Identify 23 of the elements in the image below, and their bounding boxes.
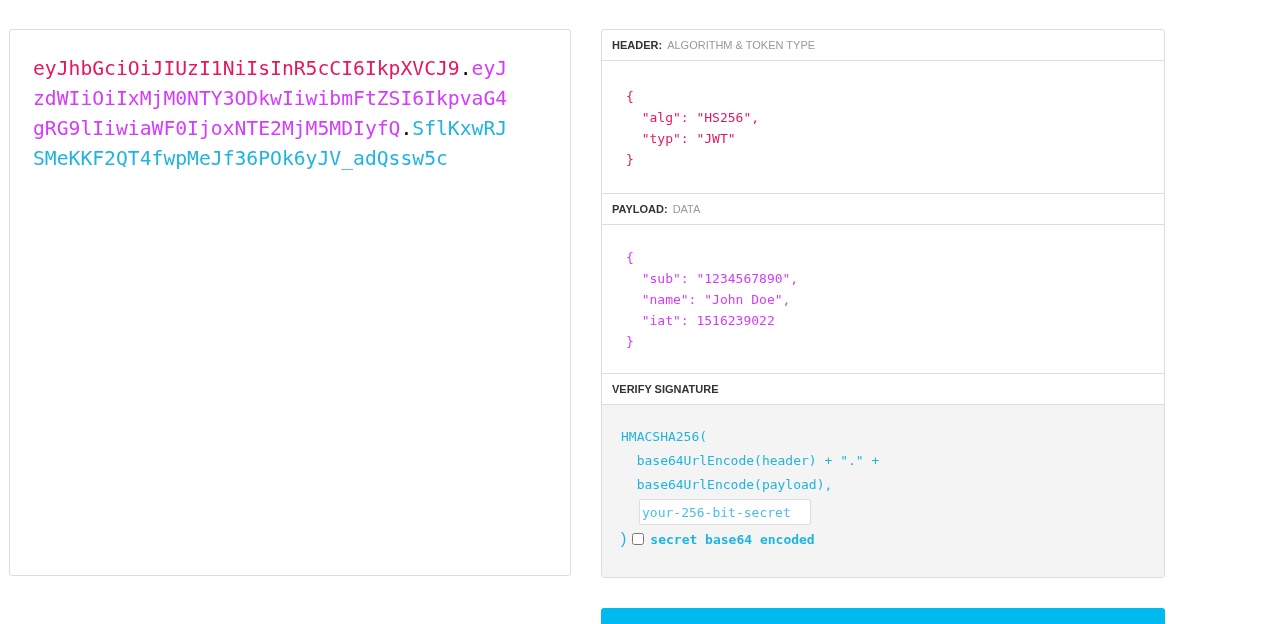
code-line: "name": "John Doe", [640, 291, 792, 309]
section-subtitle: DATA [672, 203, 701, 215]
code-line: "sub": "1234567890", [640, 270, 800, 288]
code-line: "typ": "JWT" [640, 130, 737, 148]
code-line: { [626, 249, 635, 267]
code-line: } [626, 333, 635, 351]
secret-field[interactable]: your-256-bit-secret [639, 499, 811, 525]
section-title: VERIFY SIGNATURE [612, 383, 719, 395]
code-line: "iat": 1516239022 [640, 312, 776, 330]
encoded-token: eyJhbGciOiJIUzI1NiIsInR5cCI6IkpXVCJ9.eyJzdWIiOiIxMjM0NTY3ODkwIiwibmFtZSI6IkpvaG4gRG9lIiwiaWF0IjoxNTE2MjM5MDIyfQ.SflKxwRJSMeKKF2QT4fwpMeJf36POk6yJV_adQssw5c [33, 56, 509, 172]
code-line: base64UrlEncode(payload), [635, 476, 834, 494]
code-line: base64UrlEncode(header) + "." + [635, 452, 881, 470]
code-line: { [626, 88, 635, 106]
section-subtitle: ALGORITHM & TOKEN TYPE [667, 39, 816, 51]
checkbox-label: secret base64 encoded [650, 531, 815, 547]
encoded-token-panel[interactable]: eyJhbGciOiJIUzI1NiIsInR5cCI6IkpXVCJ9.eyJzdWIiOiIxMjM0NTY3ODkwIiwibmFtZSI6IkpvaG4gRG9lIiwiaWF0IjoxNTE2MjM5MDIyfQ.SflKxwRJSMeKKF2QT4fwpMeJf36POk6yJV_adQssw5c [9, 29, 571, 576]
section-title: PAYLOAD: [612, 203, 668, 215]
code-line: HMACSHA256( [621, 428, 709, 446]
code-line: "alg": "HS256", [640, 109, 761, 127]
code-line: ) [621, 529, 627, 549]
section-title: HEADER: [612, 39, 663, 51]
checkbox[interactable] [632, 533, 645, 545]
code-line: } [626, 151, 635, 169]
